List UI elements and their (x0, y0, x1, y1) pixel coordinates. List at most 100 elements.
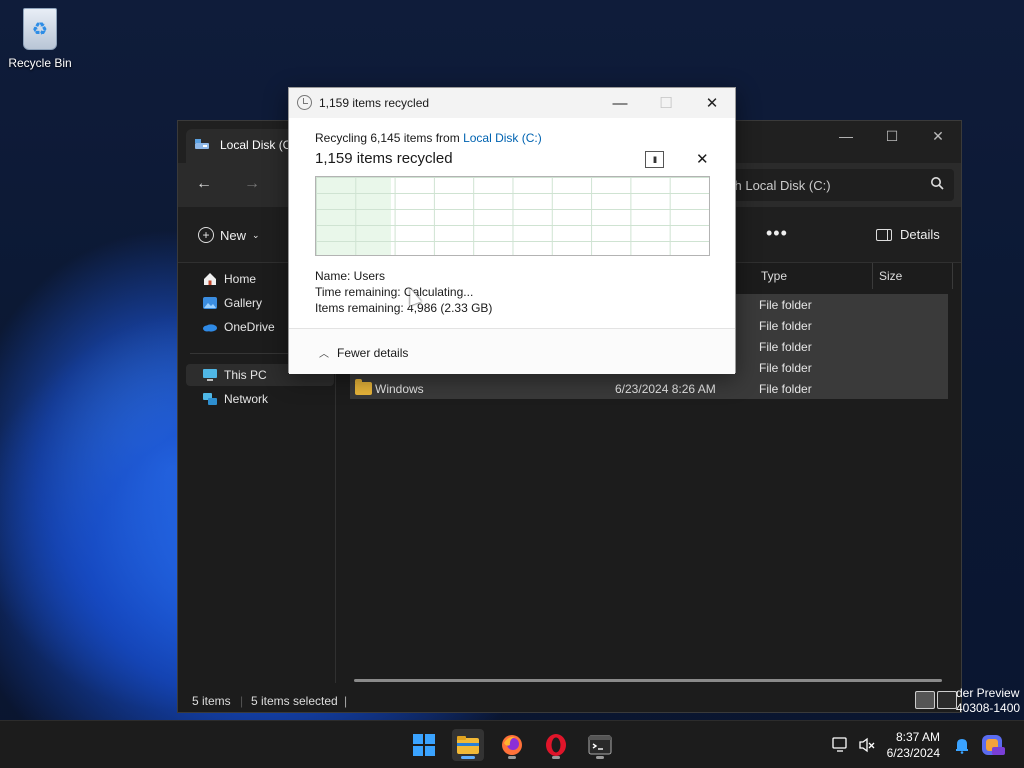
time-remaining: Time remaining: Calculating... (315, 285, 474, 299)
dialog-title: 1,159 items recycled (319, 96, 430, 110)
sidebar-item-label: Network (224, 392, 269, 406)
items-remaining: Items remaining: 4,986 (2.33 GB) (315, 301, 493, 315)
column-header-size[interactable]: Size (873, 263, 953, 289)
sidebar-item-label: Gallery (224, 296, 263, 310)
row-type: File folder (759, 382, 812, 396)
progress-details: Name: Users Time remaining: Calculating.… (315, 268, 492, 316)
clock-icon (297, 95, 312, 110)
more-options-button[interactable]: ••• (766, 223, 788, 244)
start-button[interactable] (408, 729, 440, 761)
network-status-icon[interactable] (832, 737, 850, 753)
search-input[interactable]: ch Local Disk (C:) (718, 169, 954, 201)
details-view-button[interactable] (915, 691, 935, 709)
explorer-close-button[interactable]: ✕ (915, 121, 961, 151)
current-item-name: Name: Users (315, 269, 386, 283)
running-indicator (596, 756, 604, 759)
tiles-view-button[interactable] (937, 691, 957, 709)
fewer-details-button[interactable]: ︿ Fewer details (319, 345, 409, 361)
column-header-type[interactable]: Type (753, 263, 873, 289)
recycle-source-text: Recycling 6,145 items from (315, 131, 460, 145)
status-item-count: 5 items (192, 694, 231, 708)
progress-grid (316, 177, 709, 255)
new-button[interactable]: + New ⌄ (198, 227, 260, 243)
folder-icon (355, 379, 372, 395)
new-label: New (220, 227, 247, 243)
dialog-close-button[interactable]: ✕ (689, 88, 735, 118)
onedrive-icon (203, 324, 217, 332)
firefox-icon (502, 735, 522, 755)
explorer-tab-title: Local Disk (C (220, 138, 292, 152)
recycle-progress-dialog: 1,159 items recycled — ☐ ✕ Recycling 6,1… (288, 87, 736, 374)
sidebar-item-label: OneDrive (224, 320, 275, 334)
taskbar: 8:37 AM 6/23/2024 (0, 720, 1024, 768)
pause-button[interactable]: II (645, 151, 664, 168)
row-date: 6/23/2024 8:26 AM (615, 382, 716, 396)
source-drive-link[interactable]: Local Disk (C:) (463, 131, 542, 145)
sidebar-item-label: Home (224, 272, 257, 286)
dialog-footer: ︿ Fewer details (289, 328, 735, 374)
dialog-maximize-button: ☐ (659, 95, 673, 112)
recycle-bin-desktop-icon[interactable]: ♻ Recycle Bin (6, 8, 74, 70)
clock[interactable]: 8:37 AM 6/23/2024 (887, 729, 940, 761)
recycle-bin-icon: ♻ (23, 8, 57, 50)
row-type: File folder (759, 340, 812, 354)
watermark-line: 40308-1400 (956, 701, 1021, 715)
table-row[interactable]: Windows 6/23/2024 8:26 AM File folder (350, 378, 948, 399)
chevron-down-icon: ⌄ (252, 229, 260, 240)
sidebar-item-label: This PC (224, 368, 267, 382)
progress-title: 1,159 items recycled (315, 150, 453, 167)
status-bar: 5 items | 5 items selected | (178, 689, 961, 713)
explorer-minimize-button[interactable]: — (823, 121, 869, 151)
status-selected-count: 5 items selected (251, 694, 338, 708)
cancel-button[interactable]: ✕ (696, 150, 709, 168)
fewer-details-label: Fewer details (337, 345, 409, 360)
plus-icon: + (198, 227, 214, 243)
watermark-line: der Preview (956, 686, 1020, 700)
status-separator: | (344, 694, 348, 708)
taskbar-terminal[interactable] (584, 729, 616, 761)
recycle-source: Recycling 6,145 items from Local Disk (C… (315, 131, 542, 145)
search-icon (931, 177, 944, 190)
volume-muted-icon[interactable] (858, 737, 876, 753)
active-indicator (461, 756, 475, 759)
details-label: Details (900, 227, 940, 242)
dialog-titlebar: 1,159 items recycled — ☐ ✕ (289, 88, 735, 118)
sidebar-item-network[interactable]: Network (186, 388, 334, 410)
progress-graph (315, 176, 710, 256)
clock-time: 8:37 AM (895, 730, 940, 744)
clock-date: 6/23/2024 (886, 746, 940, 760)
home-icon (204, 273, 216, 285)
build-watermark: der Preview 40308-1400 (956, 686, 1020, 716)
copilot-icon[interactable] (980, 733, 1006, 757)
status-separator: | (240, 694, 244, 708)
opera-icon (546, 734, 566, 756)
drive-icon (195, 139, 209, 149)
explorer-maximize-button[interactable]: ☐ (869, 121, 915, 151)
details-pane-button[interactable]: Details (876, 227, 940, 242)
taskbar-file-explorer[interactable] (452, 729, 484, 761)
row-name: Windows (375, 382, 424, 396)
back-arrow-icon[interactable]: ← (196, 175, 212, 193)
running-indicator (552, 756, 560, 759)
notification-bell-icon[interactable] (954, 736, 970, 754)
taskbar-firefox[interactable] (496, 729, 528, 761)
chevron-up-icon: ︿ (319, 349, 329, 360)
system-tray: 8:37 AM 6/23/2024 (824, 721, 1024, 768)
terminal-icon (588, 735, 612, 755)
network-icon (203, 393, 217, 405)
forward-arrow-icon[interactable]: → (244, 175, 260, 193)
details-pane-icon (876, 228, 892, 241)
horizontal-scrollbar[interactable] (354, 679, 942, 682)
gallery-icon (203, 297, 217, 309)
this-pc-icon (203, 369, 217, 381)
dialog-minimize-button[interactable]: — (597, 88, 643, 118)
taskbar-opera[interactable] (540, 729, 572, 761)
start-icon (413, 734, 435, 756)
row-type: File folder (759, 319, 812, 333)
file-explorer-icon (457, 736, 479, 754)
search-placeholder: ch Local Disk (C:) (728, 178, 831, 193)
recycle-bin-label: Recycle Bin (8, 56, 72, 70)
row-type: File folder (759, 298, 812, 312)
running-indicator (508, 756, 516, 759)
row-type: File folder (759, 361, 812, 375)
